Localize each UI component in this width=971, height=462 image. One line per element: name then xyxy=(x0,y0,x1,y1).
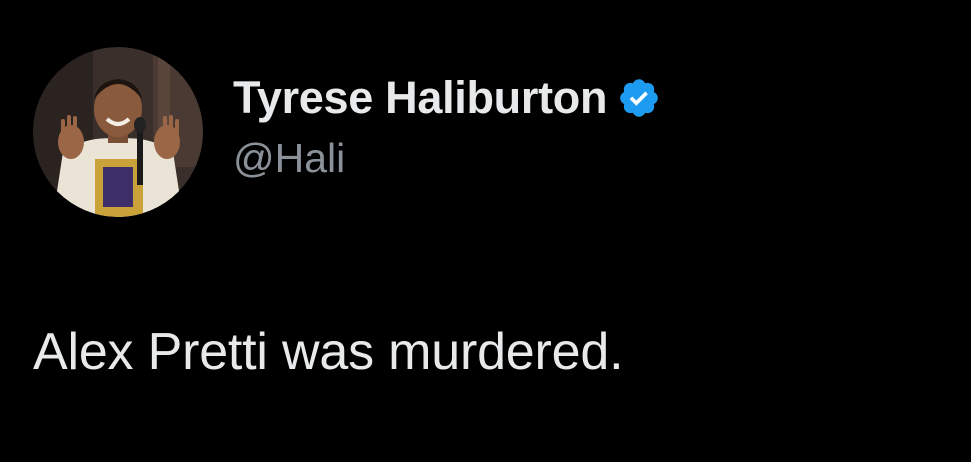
verified-badge-icon[interactable] xyxy=(617,76,661,120)
avatar[interactable] xyxy=(33,47,203,217)
author-display-name[interactable]: Tyrese Haliburton xyxy=(233,72,607,124)
tweet-text: Alex Pretti was murdered. xyxy=(33,323,624,381)
tweet-card: Tyrese Haliburton @Hali Alex Pretti was … xyxy=(0,0,971,462)
author-name-row: Tyrese Haliburton xyxy=(233,66,661,130)
author-handle[interactable]: @Hali xyxy=(233,135,345,182)
avatar-image xyxy=(33,47,203,217)
